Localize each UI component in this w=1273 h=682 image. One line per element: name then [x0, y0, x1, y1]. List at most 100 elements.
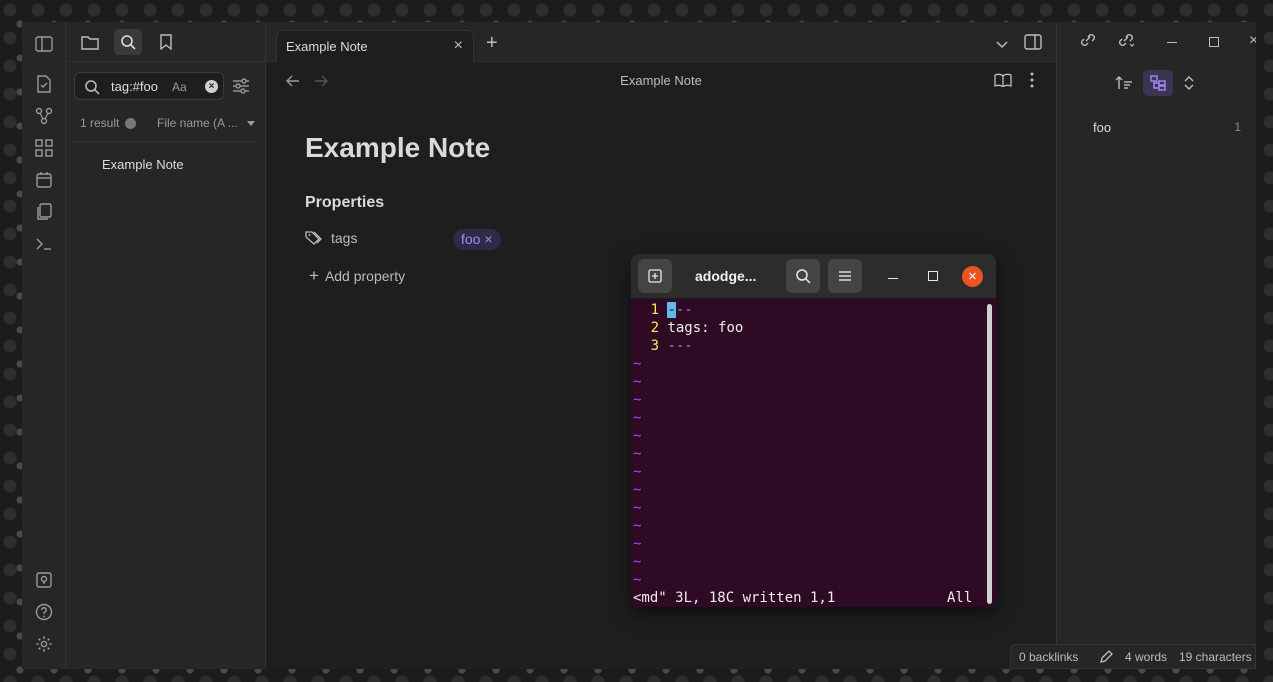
terminal-title: adodge...: [695, 268, 757, 284]
bookmark-icon[interactable]: [152, 29, 180, 55]
sort-order-dropdown[interactable]: File name (A ...: [157, 116, 256, 130]
clear-search-icon[interactable]: ×: [205, 80, 218, 93]
calendar-icon[interactable]: [34, 170, 54, 190]
search-settings-icon[interactable]: [232, 77, 250, 100]
vault-icon[interactable]: [34, 570, 54, 590]
tag-count: 1: [1234, 120, 1241, 134]
close-window-icon[interactable]: ×: [1249, 32, 1256, 50]
terminal-maximize-icon[interactable]: [928, 271, 938, 281]
terminal-close-icon[interactable]: ×: [962, 266, 983, 287]
vim-buffer[interactable]: 1 --- 2 tags: foo 3 --- ~ ~ ~ ~ ~ ~ ~ ~ …: [631, 299, 996, 607]
new-tab-terminal-icon[interactable]: [638, 259, 672, 293]
terminal-search-icon[interactable]: [786, 259, 820, 293]
search-result-item[interactable]: Example Note: [102, 157, 184, 172]
tab-bar: Example Note × +: [266, 22, 1056, 62]
left-sidebar: tag:#foo Aa × 1 result File name (A ... …: [66, 22, 266, 669]
buffer-line: tags: foo: [667, 320, 744, 336]
new-tab-plus-icon[interactable]: +: [486, 32, 498, 55]
empty-line-tilde: ~: [633, 554, 642, 570]
tab-title: Example Note: [286, 39, 368, 54]
tags-icon: [305, 231, 322, 245]
right-sidebar: × foo 1: [1056, 22, 1256, 669]
terminal-minimize-icon[interactable]: [888, 278, 898, 280]
terminal-header: adodge... ×: [631, 254, 996, 299]
empty-line-tilde: ~: [633, 392, 642, 408]
terminal-icon[interactable]: [34, 234, 54, 254]
left-sidebar-tabs: [66, 22, 266, 62]
search-input[interactable]: tag:#foo Aa ×: [74, 72, 224, 100]
word-count: 4 words: [1125, 650, 1168, 664]
tab-example-note[interactable]: Example Note ×: [276, 30, 474, 62]
status-bar: 0 backlinks 4 words 19 characters: [1010, 644, 1256, 669]
search-icon: [85, 80, 100, 95]
vim-position-indicator: All: [947, 590, 973, 606]
results-count: 1 result: [80, 116, 137, 130]
help-icon[interactable]: [34, 602, 54, 622]
results-count-label: 1 result: [80, 116, 120, 130]
outgoing-links-icon[interactable]: [1117, 32, 1135, 53]
tag-list-item[interactable]: foo 1: [1093, 120, 1241, 135]
note-title[interactable]: Example Note: [305, 132, 490, 164]
settings-gear-icon[interactable]: [34, 634, 54, 654]
graph-view-icon[interactable]: [34, 106, 54, 126]
pencil-edit-icon[interactable]: [1099, 650, 1113, 664]
terminal-scrollbar[interactable]: [987, 304, 992, 604]
file-explorer-folder-icon[interactable]: [76, 29, 104, 55]
empty-line-tilde: ~: [633, 536, 642, 552]
line-number: 1: [650, 302, 659, 318]
empty-line-tilde: ~: [633, 572, 642, 588]
sort-icon[interactable]: [1115, 75, 1133, 96]
plus-icon: +: [309, 266, 319, 285]
line-number: 3: [650, 338, 659, 354]
chevron-down-icon: [247, 121, 256, 127]
templates-icon[interactable]: [34, 202, 54, 222]
maximize-icon[interactable]: [1209, 37, 1219, 47]
add-property-button[interactable]: + Add property: [309, 266, 405, 286]
properties-heading[interactable]: Properties: [305, 194, 384, 212]
empty-line-tilde: ~: [633, 374, 642, 390]
buffer-line: ---: [667, 338, 693, 354]
more-options-vertical-icon[interactable]: [1030, 72, 1034, 93]
reading-view-book-icon[interactable]: [994, 73, 1012, 92]
sidebar-toggle-icon[interactable]: [34, 34, 54, 54]
property-row-tags[interactable]: tags: [305, 230, 357, 246]
terminal-window: adodge... × 1 --- 2 tags: foo 3 --- ~ ~ …: [631, 254, 996, 607]
tab-list-chevron-down-icon[interactable]: [996, 36, 1008, 54]
empty-line-tilde: ~: [633, 356, 642, 372]
empty-line-tilde: ~: [633, 482, 642, 498]
link-icon[interactable]: [1079, 32, 1097, 53]
buffer-line: ---: [667, 302, 693, 318]
remove-tag-icon[interactable]: ×: [484, 231, 492, 247]
empty-line-tilde: ~: [633, 500, 642, 516]
empty-line-tilde: ~: [633, 518, 642, 534]
close-tab-icon[interactable]: ×: [454, 37, 463, 55]
ribbon: [22, 22, 66, 669]
nested-tags-toggle-icon[interactable]: [1143, 70, 1173, 96]
property-key: tags: [331, 230, 358, 246]
terminal-menu-icon[interactable]: [828, 259, 862, 293]
tag-name: foo: [1093, 120, 1112, 135]
character-count: 19 characters: [1179, 650, 1252, 664]
search-query-text: tag:#foo: [111, 79, 158, 94]
match-case-toggle[interactable]: Aa: [172, 80, 187, 94]
empty-line-tilde: ~: [633, 446, 642, 462]
line-number: 2: [650, 320, 659, 336]
expand-collapse-icon[interactable]: [1183, 75, 1195, 96]
empty-line-tilde: ~: [633, 464, 642, 480]
view-header-title[interactable]: Example Note: [266, 73, 1056, 88]
tag-pill-foo[interactable]: foo ×: [453, 229, 501, 250]
empty-line-tilde: ~: [633, 428, 642, 444]
backlinks-count[interactable]: 0 backlinks: [1019, 650, 1078, 664]
right-sidebar-toggle-icon[interactable]: [1024, 34, 1042, 55]
minimize-icon[interactable]: [1167, 42, 1177, 44]
canvas-icon[interactable]: [34, 138, 54, 158]
vim-status-message: <md" 3L, 18C written 1,1: [633, 590, 836, 606]
sort-order-label: File name (A ...: [157, 116, 238, 130]
search-tab-icon[interactable]: [114, 29, 142, 55]
open-quick-switcher-icon[interactable]: [34, 74, 54, 94]
tag-pill-label: foo: [461, 231, 481, 247]
empty-line-tilde: ~: [633, 410, 642, 426]
more-options-icon[interactable]: [125, 117, 137, 129]
divider: [74, 141, 258, 142]
add-property-label: Add property: [324, 268, 406, 284]
